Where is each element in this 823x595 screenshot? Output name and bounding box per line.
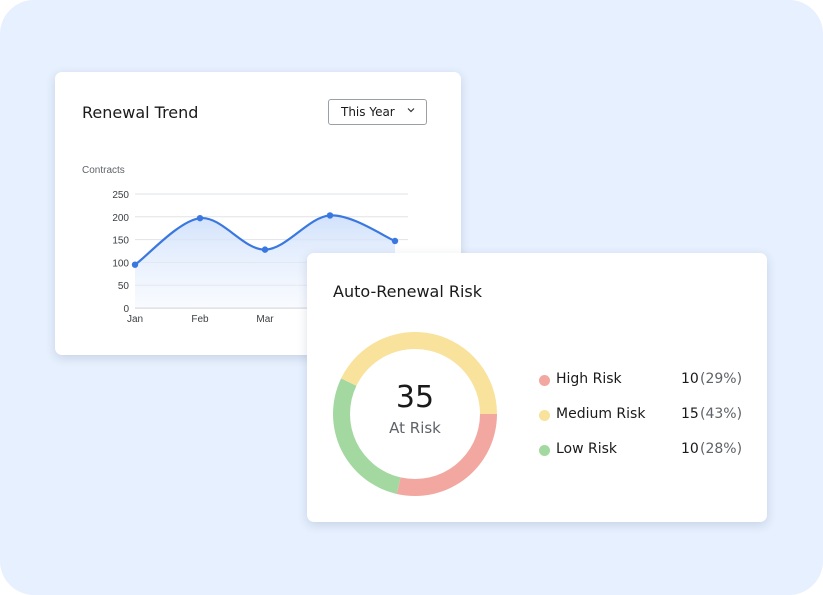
y-axis-label: Contracts [82,165,125,176]
dashboard-canvas: Renewal Trend This Year Contracts 250 200… [0,0,823,595]
legend-percent: (28%) [700,441,743,457]
y-tick-label: 250 [112,190,129,201]
legend-label: Medium Risk [556,406,646,422]
at-risk-total: 35 [395,380,435,415]
legend-dot-medium-risk [539,410,550,421]
trend-point [391,237,399,245]
x-tick-label: Mar [256,314,274,325]
x-tick-label: Jan [127,314,143,325]
y-tick-label: 200 [112,213,129,224]
auto-renewal-risk-card: Auto-Renewal Risk 35 At Risk High Risk 1… [307,253,767,522]
trend-point [326,212,334,219]
y-tick-label: 150 [112,236,129,247]
legend-count: 15 [681,406,699,422]
legend-count: 10 [681,371,699,387]
legend-item-high-risk: High Risk 10 (29%) [539,370,749,390]
auto-renewal-risk-title: Auto-Renewal Risk [333,282,483,301]
legend-dot-high-risk [539,375,550,386]
legend-percent: (29%) [700,371,743,387]
x-tick-label: Feb [191,314,209,325]
y-tick-label: 100 [112,258,129,269]
legend-item-low-risk: Low Risk 10 (28%) [539,440,749,460]
legend-item-medium-risk: Medium Risk 15 (43%) [539,405,749,425]
legend-percent: (43%) [700,406,743,422]
legend-label: High Risk [556,371,622,387]
legend-dot-low-risk [539,445,550,456]
legend-label: Low Risk [556,441,618,457]
trend-point [261,246,269,253]
legend-count: 10 [681,441,699,457]
at-risk-label: At Risk [389,419,441,437]
y-tick-label: 50 [118,281,130,292]
trend-point [131,261,139,268]
trend-point [196,214,204,222]
